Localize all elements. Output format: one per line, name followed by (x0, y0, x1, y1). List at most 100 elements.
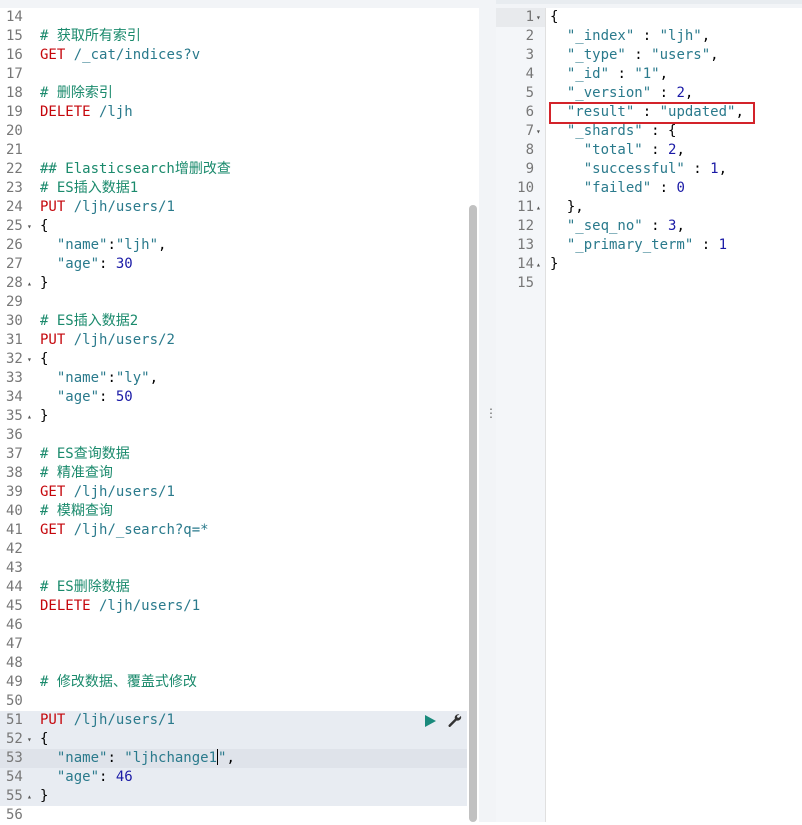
fold-close-icon[interactable]: ▴ (27, 787, 32, 806)
fold-open-icon[interactable]: ▾ (27, 217, 32, 236)
response-text: } (550, 255, 558, 274)
code-text[interactable]: GET /ljh/users/1 (40, 483, 175, 502)
code-text[interactable]: PUT /ljh/users/2 (40, 331, 175, 350)
code-token: "users" (651, 47, 711, 63)
code-line[interactable]: 16 GET /_cat/indices?v (0, 46, 467, 65)
code-text[interactable]: } (40, 274, 48, 293)
code-line[interactable]: 53 "name": "ljhchange1", (0, 749, 467, 768)
code-line[interactable]: 52 ▾ { (0, 730, 467, 749)
code-line[interactable]: 48 (0, 654, 467, 673)
fold-close-icon[interactable]: ▴ (27, 407, 32, 426)
code-line[interactable]: 20 (0, 122, 467, 141)
code-line[interactable]: 47 (0, 635, 467, 654)
code-text[interactable]: { (40, 217, 48, 236)
fold-open-icon[interactable]: ▾ (27, 730, 32, 749)
code-text[interactable]: "name": "ljhchange1", (40, 749, 235, 768)
code-text[interactable]: # 删除索引 (40, 84, 113, 103)
code-line[interactable]: 27 "age": 30 (0, 255, 467, 274)
code-text[interactable]: # 获取所有索引 (40, 27, 141, 46)
code-line[interactable]: 44 # ES删除数据 (0, 578, 467, 597)
code-line[interactable]: 17 (0, 65, 467, 84)
code-line[interactable]: 25 ▾ { (0, 217, 467, 236)
code-line[interactable]: 45 DELETE /ljh/users/1 (0, 597, 467, 616)
code-text[interactable]: PUT /ljh/users/1 (40, 198, 175, 217)
code-text[interactable]: # 修改数据、覆盖式修改 (40, 673, 197, 692)
code-text[interactable]: ## Elasticsearch增删改查 (40, 160, 231, 179)
code-line[interactable]: 31 PUT /ljh/users/2 (0, 331, 467, 350)
code-text[interactable]: # ES插入数据1 (40, 179, 138, 198)
code-line[interactable]: 42 (0, 540, 467, 559)
fold-open-icon[interactable]: ▾ (536, 122, 541, 141)
code-line[interactable]: 35 ▴} (0, 407, 467, 426)
fold-close-icon[interactable]: ▴ (536, 255, 541, 274)
code-line[interactable]: 19 DELETE /ljh (0, 103, 467, 122)
code-text[interactable]: # 精准查询 (40, 464, 113, 483)
code-line[interactable]: 14 (0, 8, 467, 27)
code-text[interactable]: "age": 50 (40, 388, 133, 407)
code-line[interactable]: 34 "age": 50 (0, 388, 467, 407)
code-text[interactable]: "age": 46 (40, 768, 133, 787)
code-line[interactable]: 23 # ES插入数据1 (0, 179, 467, 198)
code-line[interactable]: 36 (0, 426, 467, 445)
code-token: , (226, 750, 235, 766)
editor-scrollbar-thumb[interactable] (469, 205, 477, 822)
fold-close-icon[interactable]: ▴ (536, 198, 541, 217)
code-line[interactable]: 50 (0, 692, 467, 711)
code-text[interactable]: } (40, 407, 48, 426)
code-token: } (40, 408, 49, 424)
code-line[interactable]: 46 (0, 616, 467, 635)
code-line[interactable]: 40 # 模糊查询 (0, 502, 467, 521)
line-number: 6 (525, 104, 534, 120)
code-line[interactable]: 41 GET /ljh/_search?q=* (0, 521, 467, 540)
code-token: /ljh/users/1 (65, 484, 175, 500)
wrench-icon[interactable] (446, 712, 462, 728)
code-text[interactable]: GET /ljh/_search?q=* (40, 521, 209, 540)
code-line[interactable]: 28 ▴} (0, 274, 467, 293)
line-number: 50 (6, 693, 23, 709)
code-text[interactable]: "name":"ljh", (40, 236, 167, 255)
code-line[interactable]: 29 (0, 293, 467, 312)
fold-open-icon[interactable]: ▾ (536, 8, 541, 27)
fold-open-icon[interactable]: ▾ (27, 350, 32, 369)
code-text[interactable]: } (40, 787, 48, 806)
code-line[interactable]: 18 # 删除索引 (0, 84, 467, 103)
request-editor[interactable]: 14 15 # 获取所有索引 16 GET /_cat/indices?v 17 18 # 删… (0, 8, 467, 825)
code-token: DELETE (40, 598, 91, 614)
code-text[interactable]: DELETE /ljh/users/1 (40, 597, 200, 616)
code-line[interactable]: 21 (0, 141, 467, 160)
code-line[interactable]: 51 PUT /ljh/users/1 (0, 711, 467, 730)
code-line[interactable]: 38 # 精准查询 (0, 464, 467, 483)
line-number: 32 (6, 351, 23, 367)
code-line[interactable]: 49 # 修改数据、覆盖式修改 (0, 673, 467, 692)
code-line[interactable]: 37 # ES查询数据 (0, 445, 467, 464)
code-text[interactable]: { (40, 730, 48, 749)
code-token: ## Elasticsearch增删改查 (40, 161, 231, 177)
response-line: 14 ▴} (496, 255, 802, 274)
code-line[interactable]: 22 ## Elasticsearch增删改查 (0, 160, 467, 179)
code-line[interactable]: 24 PUT /ljh/users/1 (0, 198, 467, 217)
code-line[interactable]: 32 ▾ { (0, 350, 467, 369)
code-text[interactable]: { (40, 350, 48, 369)
code-text[interactable]: # 模糊查询 (40, 502, 113, 521)
code-line[interactable]: 26 "name":"ljh", (0, 236, 467, 255)
code-text[interactable]: "age": 30 (40, 255, 133, 274)
code-text[interactable]: PUT /ljh/users/1 (40, 711, 175, 730)
code-text[interactable]: DELETE /ljh (40, 103, 133, 122)
code-line[interactable]: 54 "age": 46 (0, 768, 467, 787)
fold-close-icon[interactable]: ▴ (27, 274, 32, 293)
code-text[interactable]: # ES插入数据2 (40, 312, 138, 331)
code-line[interactable]: 15 # 获取所有索引 (0, 27, 467, 46)
code-text[interactable]: # ES查询数据 (40, 445, 130, 464)
line-number: 10 (517, 180, 534, 196)
code-line[interactable]: 56 (0, 806, 467, 825)
code-line[interactable]: 30 # ES插入数据2 (0, 312, 467, 331)
code-text[interactable]: "name":"ly", (40, 369, 158, 388)
play-icon[interactable] (425, 715, 436, 727)
code-line[interactable]: 39 GET /ljh/users/1 (0, 483, 467, 502)
line-number: 54 (6, 769, 23, 785)
code-text[interactable]: # ES删除数据 (40, 578, 130, 597)
code-line[interactable]: 55 ▴} (0, 787, 467, 806)
code-line[interactable]: 43 (0, 559, 467, 578)
code-line[interactable]: 33 "name":"ly", (0, 369, 467, 388)
code-text[interactable]: GET /_cat/indices?v (40, 46, 200, 65)
